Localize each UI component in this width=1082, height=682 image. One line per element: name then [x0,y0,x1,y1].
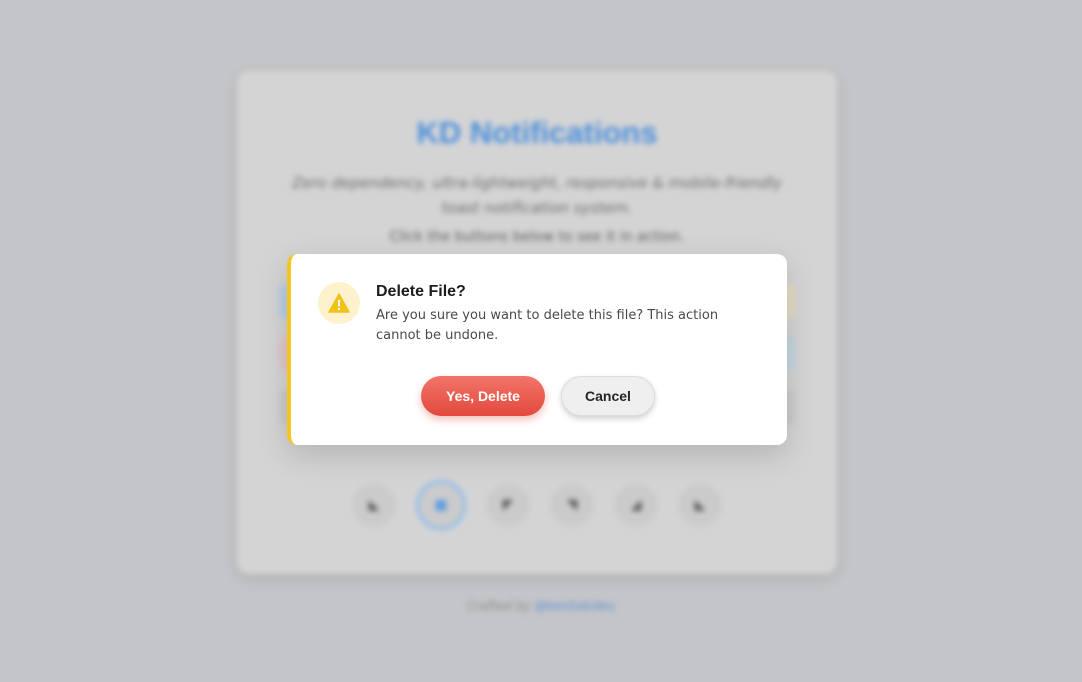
position-center-icon: ■ [416,480,466,530]
position-top-left-icon: ◣ [352,483,396,527]
demo-subtitle: Click the buttons below to see it in act… [389,229,685,245]
dialog-message: Are you sure you want to delete this fil… [376,308,719,343]
cancel-button[interactable]: Cancel [561,376,655,416]
credit-prefix: Crafted by [467,599,531,613]
position-top-right-icon: ◤ [486,483,530,527]
position-bottom-right-icon: ◣ [678,483,722,527]
dialog-title: Delete File? [376,283,466,300]
position-top-center-icon: ◥ [550,483,594,527]
credit-line: Crafted by @kenitokides [0,599,1082,613]
confirm-delete-button[interactable]: Yes, Delete [421,376,545,416]
confirm-dialog: Delete File? Are you sure you want to de… [287,254,787,445]
credit-link: @kenitokides [534,599,615,613]
demo-title: KD Notifications [416,115,658,150]
demo-description: Zero dependency, ultra-lightweight, resp… [292,174,782,217]
position-bottom-left-icon: ◢ [614,483,658,527]
position-selector: ◣ ■ ◤ ◥ ◢ ◣ [237,480,837,530]
warning-triangle-icon [318,282,360,324]
